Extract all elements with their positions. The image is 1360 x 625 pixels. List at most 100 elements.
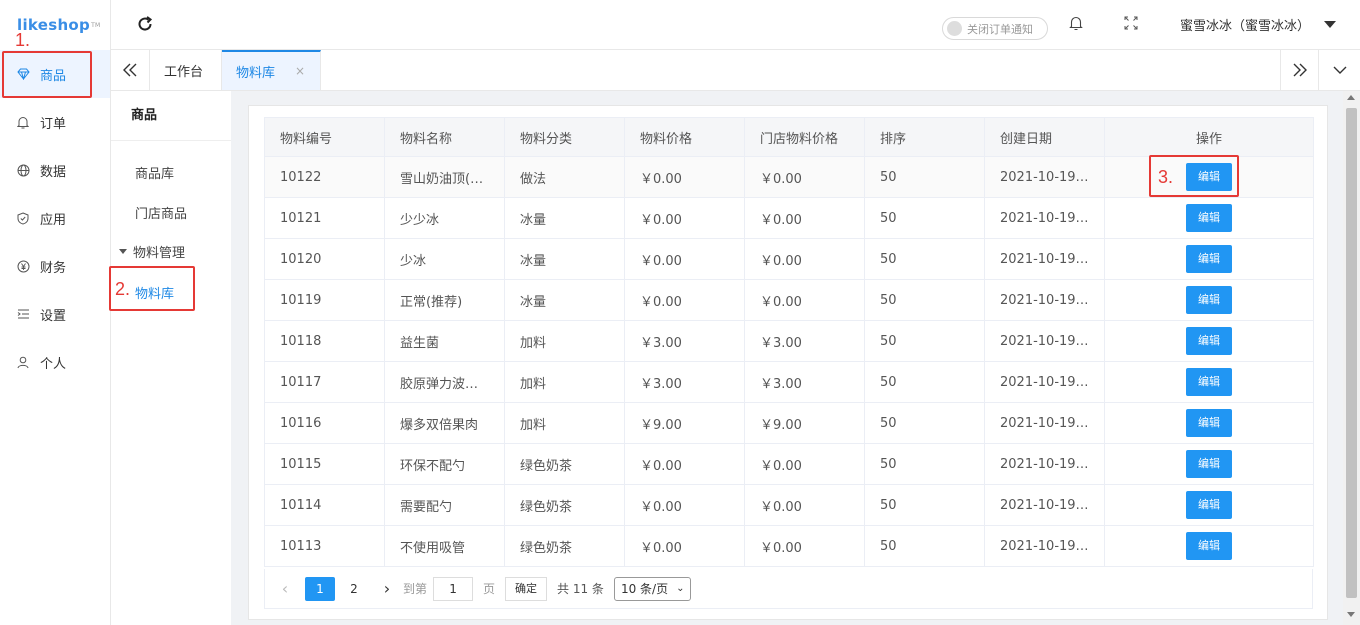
fullscreen-icon[interactable] [1124,16,1138,30]
double-chevron-left-icon[interactable] [111,50,150,90]
table-cell: 绿色奶茶 [504,484,625,526]
table-cell: ￥0.00 [744,156,865,198]
table-cell: 50 [864,197,985,239]
bell-icon [16,115,30,129]
table-cell: ￥3.00 [624,361,745,403]
table-row: 10121 少少冰 冰量 ￥0.00 ￥0.00 50 2021-10-19… 编辑 [264,197,1314,239]
table-cell: 50 [864,238,985,280]
edit-button[interactable]: 编辑 [1186,450,1232,478]
table-cell: 10114 [264,484,385,526]
table-cell-actions: 编辑 [1104,525,1314,567]
edit-button[interactable]: 编辑 [1186,286,1232,314]
sidebar-item-label: 应用 [40,212,67,228]
goto-page-input[interactable]: 1 [433,576,474,601]
page-unit-label: 页 [483,582,496,596]
confirm-page-button[interactable]: 确定 [505,576,548,601]
table-cell-actions: 编辑 [1104,484,1314,526]
tab-workbench[interactable]: 工作台 [150,50,222,90]
subnav-group-label: 物料管理 [133,246,186,261]
page-1-button[interactable]: 1 [305,576,335,601]
order-notice-toggle[interactable]: 关闭订单通知 [942,17,1048,40]
scrollbar-thumb[interactable] [1346,108,1357,598]
table-cell: 加料 [504,402,625,444]
sidebar-item-settings[interactable]: 设置 [0,290,110,338]
table-cell: 50 [864,361,985,403]
column-header: 物料编号 [264,117,385,157]
table-cell: 10119 [264,279,385,321]
shield-icon [16,211,30,225]
page-2-button[interactable]: 2 [339,577,369,601]
table-cell: 50 [864,279,985,321]
bell-icon[interactable] [1068,15,1084,31]
edit-button[interactable]: 编辑 [1186,327,1232,355]
caret-down-icon [119,249,127,254]
annotation-3-box [1149,155,1239,197]
column-header: 排序 [864,117,985,157]
table-cell: 10121 [264,197,385,239]
double-chevron-right-icon[interactable] [1280,50,1318,90]
table-cell: 绿色奶茶 [504,443,625,485]
page-size-select[interactable]: 10 条/页 ⌄ [613,576,692,601]
table-cell: ￥3.00 [744,361,865,403]
scroll-up-arrow[interactable] [1347,95,1355,100]
table-cell: 加料 [504,320,625,362]
table-cell: ￥0.00 [624,238,745,280]
table-cell: 益生菌 [384,320,505,362]
table-cell: ￥0.00 [744,197,865,239]
table-cell: 做法 [504,156,625,198]
subnav-title: 商品 [111,91,231,141]
tab-label: 物料库 [236,65,276,81]
caret-down-icon[interactable] [1324,21,1336,28]
table-cell: 环保不配勺 [384,443,505,485]
table-cell: 10117 [264,361,385,403]
table-cell: ￥3.00 [744,320,865,362]
sidebar-item-personal[interactable]: 个人 [0,338,110,386]
edit-button[interactable]: 编辑 [1186,491,1232,519]
table-row: 10120 少冰 冰量 ￥0.00 ￥0.00 50 2021-10-19… 编辑 [264,238,1314,280]
table-cell: ￥9.00 [624,402,745,444]
table-row: 10114 需要配勺 绿色奶茶 ￥0.00 ￥0.00 50 2021-10-19… 编辑 [264,484,1314,526]
table-cell: 雪山奶油顶(… [384,156,505,198]
prev-page-button[interactable]: ‹ [275,579,295,598]
table-cell: 2021-10-19… [984,525,1105,567]
table-cell: 10116 [264,402,385,444]
sidebar-item-label: 设置 [40,308,67,324]
chevron-down-icon[interactable] [1318,50,1360,90]
edit-button[interactable]: 编辑 [1186,204,1232,232]
subnav-item-goods-library[interactable]: 商品库 [135,163,174,182]
close-icon[interactable]: × [295,64,305,78]
table-cell: ￥0.00 [744,484,865,526]
tab-material-library[interactable]: 物料库 × [222,50,321,90]
table-cell: 2021-10-19… [984,197,1105,239]
annotation-1-label: 1. [15,30,31,50]
table-cell: 10113 [264,525,385,567]
table-cell: 2021-10-19… [984,279,1105,321]
sidebar-item-label: 订单 [40,116,67,132]
sidebar-item-apps[interactable]: 应用 [0,194,110,242]
scroll-down-arrow[interactable] [1347,612,1355,617]
user-name[interactable]: 蜜雪冰冰（蜜雪冰冰） [1180,15,1310,34]
refresh-icon[interactable] [135,14,155,34]
table-cell: ￥0.00 [624,197,745,239]
table-cell: ￥0.00 [744,238,865,280]
next-page-button[interactable]: › [377,579,397,598]
edit-button[interactable]: 编辑 [1186,368,1232,396]
edit-button[interactable]: 编辑 [1186,245,1232,273]
pagination: ‹ 1 2 › 到第 1 页 确定 共 11 条 10 条/页 ⌄ [264,569,1313,609]
sidebar-item-data[interactable]: 数据 [0,146,110,194]
table-cell: ￥0.00 [624,156,745,198]
edit-button[interactable]: 编辑 [1186,409,1232,437]
yen-icon [16,259,30,273]
top-header: 关闭订单通知 蜜雪冰冰（蜜雪冰冰） [111,0,1360,50]
table-cell: 10122 [264,156,385,198]
subnav-item-store-goods[interactable]: 门店商品 [135,203,187,222]
sidebar-item-orders[interactable]: 订单 [0,98,110,146]
secondary-sidebar: 商品 商品库 门店商品 物料管理 物料库 [111,91,231,625]
table-cell: 不使用吸管 [384,525,505,567]
sidebar-item-finance[interactable]: 财务 [0,242,110,290]
subnav-group-material[interactable]: 物料管理 [119,242,185,261]
table-cell: 冰量 [504,238,625,280]
annotation-2-box [109,266,195,311]
page-size-value: 10 条/页 [620,581,669,596]
edit-button[interactable]: 编辑 [1186,532,1232,560]
